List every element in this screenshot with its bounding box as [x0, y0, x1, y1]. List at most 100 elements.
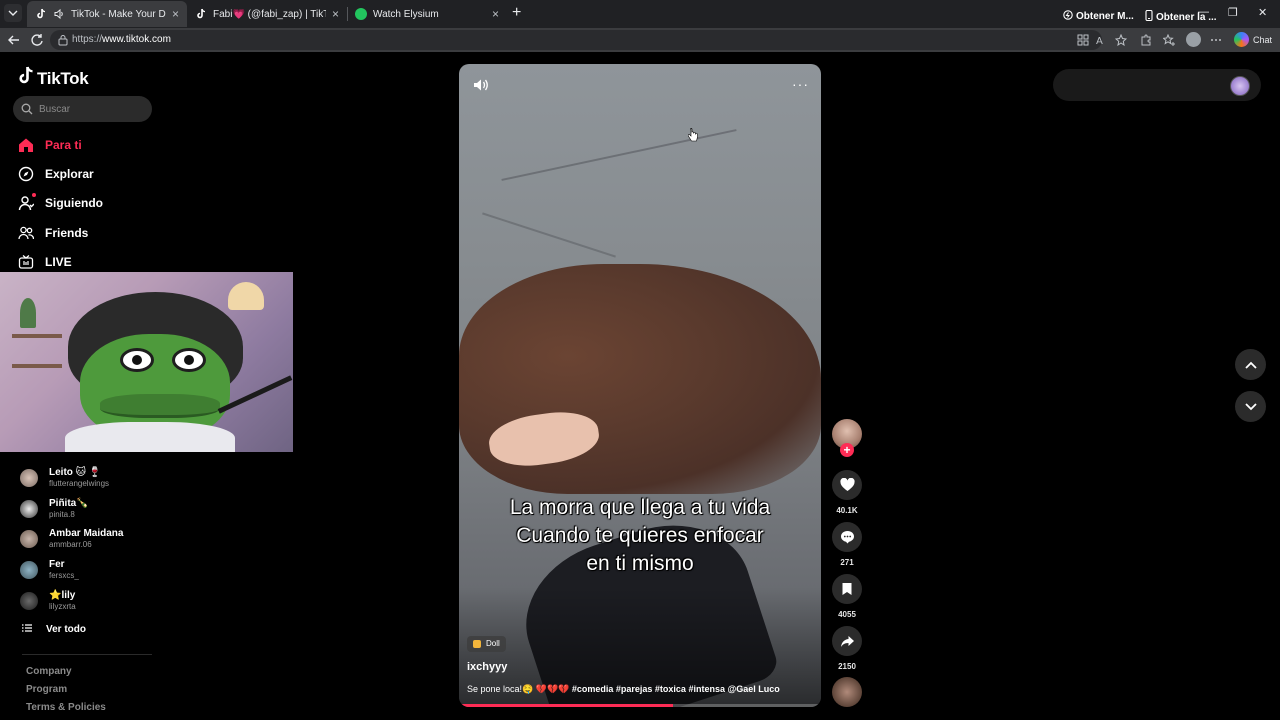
star-icon[interactable]	[1115, 34, 1127, 46]
caption-line: Cuando te quieres enfocar	[516, 524, 764, 547]
caption-line: en ti mismo	[586, 552, 694, 575]
apps-icon[interactable]	[1077, 34, 1089, 46]
share-button[interactable]	[832, 626, 862, 656]
url-field[interactable]: https://www.tiktok.com	[50, 30, 1102, 50]
save-button[interactable]	[832, 574, 862, 604]
avatar	[20, 500, 38, 518]
notification-dot	[32, 193, 36, 197]
extensions-icon[interactable]	[1140, 34, 1152, 46]
account-handle: pinita.8	[49, 510, 75, 519]
footer-link-program[interactable]: Program	[26, 684, 67, 695]
volume-icon[interactable]	[473, 78, 489, 92]
tiktok-logo-icon	[18, 66, 34, 91]
next-video-button[interactable]	[1235, 391, 1266, 422]
shelf-decoration	[12, 334, 62, 338]
following-account-item[interactable]: Piñita🍾 pinita.8	[20, 498, 89, 520]
nav-friends[interactable]: Friends	[18, 225, 88, 241]
translate-icon[interactable]: A	[1096, 34, 1108, 46]
close-tab-icon[interactable]: ×	[332, 7, 339, 21]
close-tab-icon[interactable]: ×	[172, 7, 179, 21]
description-text: Se pone loca!🤤 💔💔💔	[467, 684, 572, 694]
music-disc-avatar[interactable]	[832, 677, 862, 707]
account-handle: flutterangelwings	[49, 479, 110, 488]
shelf-decoration	[12, 364, 62, 368]
nav-live[interactable]: LIVE	[18, 254, 72, 270]
like-button[interactable]	[832, 470, 862, 500]
avatar	[20, 530, 38, 548]
comment-button[interactable]	[832, 522, 862, 552]
follow-button[interactable]: +	[840, 443, 854, 457]
search-input[interactable]	[39, 100, 144, 118]
site-info-icon[interactable]	[58, 34, 68, 46]
site-favicon-icon	[355, 8, 367, 20]
avatar-eye	[120, 348, 154, 372]
tab-tiktok-home[interactable]: TikTok - Make Your Day ×	[27, 1, 187, 27]
tiktok-favicon-icon	[35, 8, 47, 20]
like-count: 40.1K	[836, 506, 858, 515]
footer-link-terms[interactable]: Terms & Policies	[26, 702, 106, 713]
following-account-item[interactable]: ⭐lily lilyzxrta	[20, 590, 76, 612]
video-frame-detail	[482, 212, 616, 258]
avatar	[20, 561, 38, 579]
description-hashtags[interactable]: #comedia #parejas #toxica #intensa @Gael…	[572, 684, 780, 694]
more-options-icon[interactable]: ···	[792, 76, 809, 92]
back-arrow-icon[interactable]	[6, 32, 22, 48]
close-tab-icon[interactable]: ×	[492, 7, 499, 21]
effect-badge[interactable]: Doll	[467, 636, 506, 652]
favorites-icon[interactable]	[1163, 34, 1175, 46]
more-options-icon[interactable]	[1210, 34, 1222, 46]
tab-watch-elysium[interactable]: Watch Elysium ×	[347, 1, 507, 27]
tab-fabi-profile[interactable]: Fabi💗 (@fabi_zap) | TikTok ×	[187, 1, 347, 27]
nav-label: Siguiendo	[45, 196, 103, 210]
speaker-icon[interactable]	[53, 8, 65, 20]
tab-title: TikTok - Make Your Day	[71, 8, 166, 20]
profile-avatar[interactable]	[1186, 32, 1201, 47]
tiktok-logo[interactable]: TikTok	[18, 66, 89, 91]
lamp-decoration	[228, 282, 264, 310]
tiktok-favicon-icon	[195, 8, 207, 20]
get-coins-label: Obtener M...	[1076, 11, 1134, 22]
phone-icon	[1145, 9, 1153, 24]
following-account-item[interactable]: Leito 🐱 🍷 flutterangelwings	[20, 467, 109, 489]
search-box[interactable]	[13, 96, 152, 122]
nav-siguiendo[interactable]: Siguiendo	[18, 193, 103, 211]
see-all-label: Ver todo	[46, 624, 87, 635]
nav-explorar[interactable]: Explorar	[18, 166, 94, 182]
get-app-button[interactable]: Obtener la ...	[1145, 9, 1217, 24]
caption-line: La morra que llega a tu vida	[509, 496, 771, 519]
following-account-item[interactable]: Fer fersxcs_	[20, 559, 79, 581]
previous-video-button[interactable]	[1235, 349, 1266, 380]
nav-para-ti[interactable]: Para ti	[18, 137, 82, 153]
new-tab-button[interactable]: +	[512, 5, 521, 21]
list-icon	[22, 624, 32, 635]
plant-decoration	[20, 298, 36, 328]
video-player[interactable]: ··· La morra que llega a tu vida Cuando …	[459, 64, 821, 707]
avatar	[20, 469, 38, 487]
avatar	[20, 592, 38, 610]
heart-icon	[839, 478, 855, 491]
share-icon	[840, 635, 854, 647]
get-coins-button[interactable]: Obtener M...	[1063, 10, 1134, 23]
following-account-item[interactable]: Ambar Maidana ammbarr.06	[20, 528, 123, 550]
close-window-button[interactable]: ✕	[1258, 6, 1267, 19]
coin-icon	[1063, 10, 1073, 23]
mouse-cursor-icon	[688, 128, 698, 142]
restore-button[interactable]: ❐	[1228, 6, 1238, 19]
copilot-icon[interactable]	[1234, 32, 1249, 47]
reload-icon[interactable]	[29, 32, 45, 48]
avatar-eye	[172, 348, 206, 372]
video-author[interactable]: ixchyyy	[467, 661, 507, 673]
video-caption-overlay: La morra que llega a tu vida Cuando te q…	[459, 494, 821, 578]
user-profile-avatar[interactable]	[1230, 76, 1250, 96]
chevron-down-icon	[8, 10, 18, 16]
see-all-button[interactable]: Ver todo	[22, 624, 86, 635]
share-count: 2150	[838, 662, 856, 671]
chevron-down-icon	[1244, 402, 1257, 410]
get-app-label: Obtener la ...	[1156, 11, 1217, 23]
account-handle: fersxcs_	[49, 571, 79, 580]
tab-list-button[interactable]	[4, 4, 22, 22]
footer-link-company[interactable]: Company	[26, 666, 72, 677]
video-progress-bar[interactable]	[459, 704, 821, 707]
following-icon	[18, 193, 36, 211]
chat-button-label[interactable]: Chat	[1253, 35, 1272, 45]
